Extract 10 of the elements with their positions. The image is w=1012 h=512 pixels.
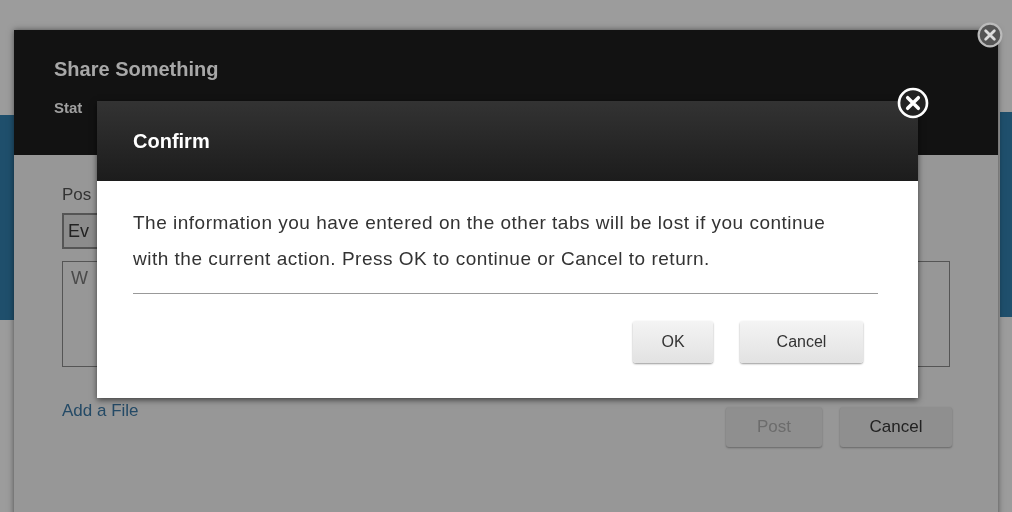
post-label: Pos xyxy=(62,185,93,205)
add-file-link[interactable]: Add a File xyxy=(62,401,139,421)
dialog-title: Share Something xyxy=(54,58,220,81)
dialog-button[interactable]: Cancel xyxy=(840,407,952,447)
dialog-button[interactable]: OK xyxy=(633,321,713,363)
dialog-title: Confirm xyxy=(133,129,210,153)
confirm-message: The information you have entered on the other tabs will be lost if you continue with the current action. Press OK to continue or Cancel to return. xyxy=(133,211,827,271)
dialog-button[interactable]: Cancel xyxy=(740,321,863,363)
tab[interactable]: Stat xyxy=(54,99,83,116)
close-icon[interactable] xyxy=(977,22,1003,48)
